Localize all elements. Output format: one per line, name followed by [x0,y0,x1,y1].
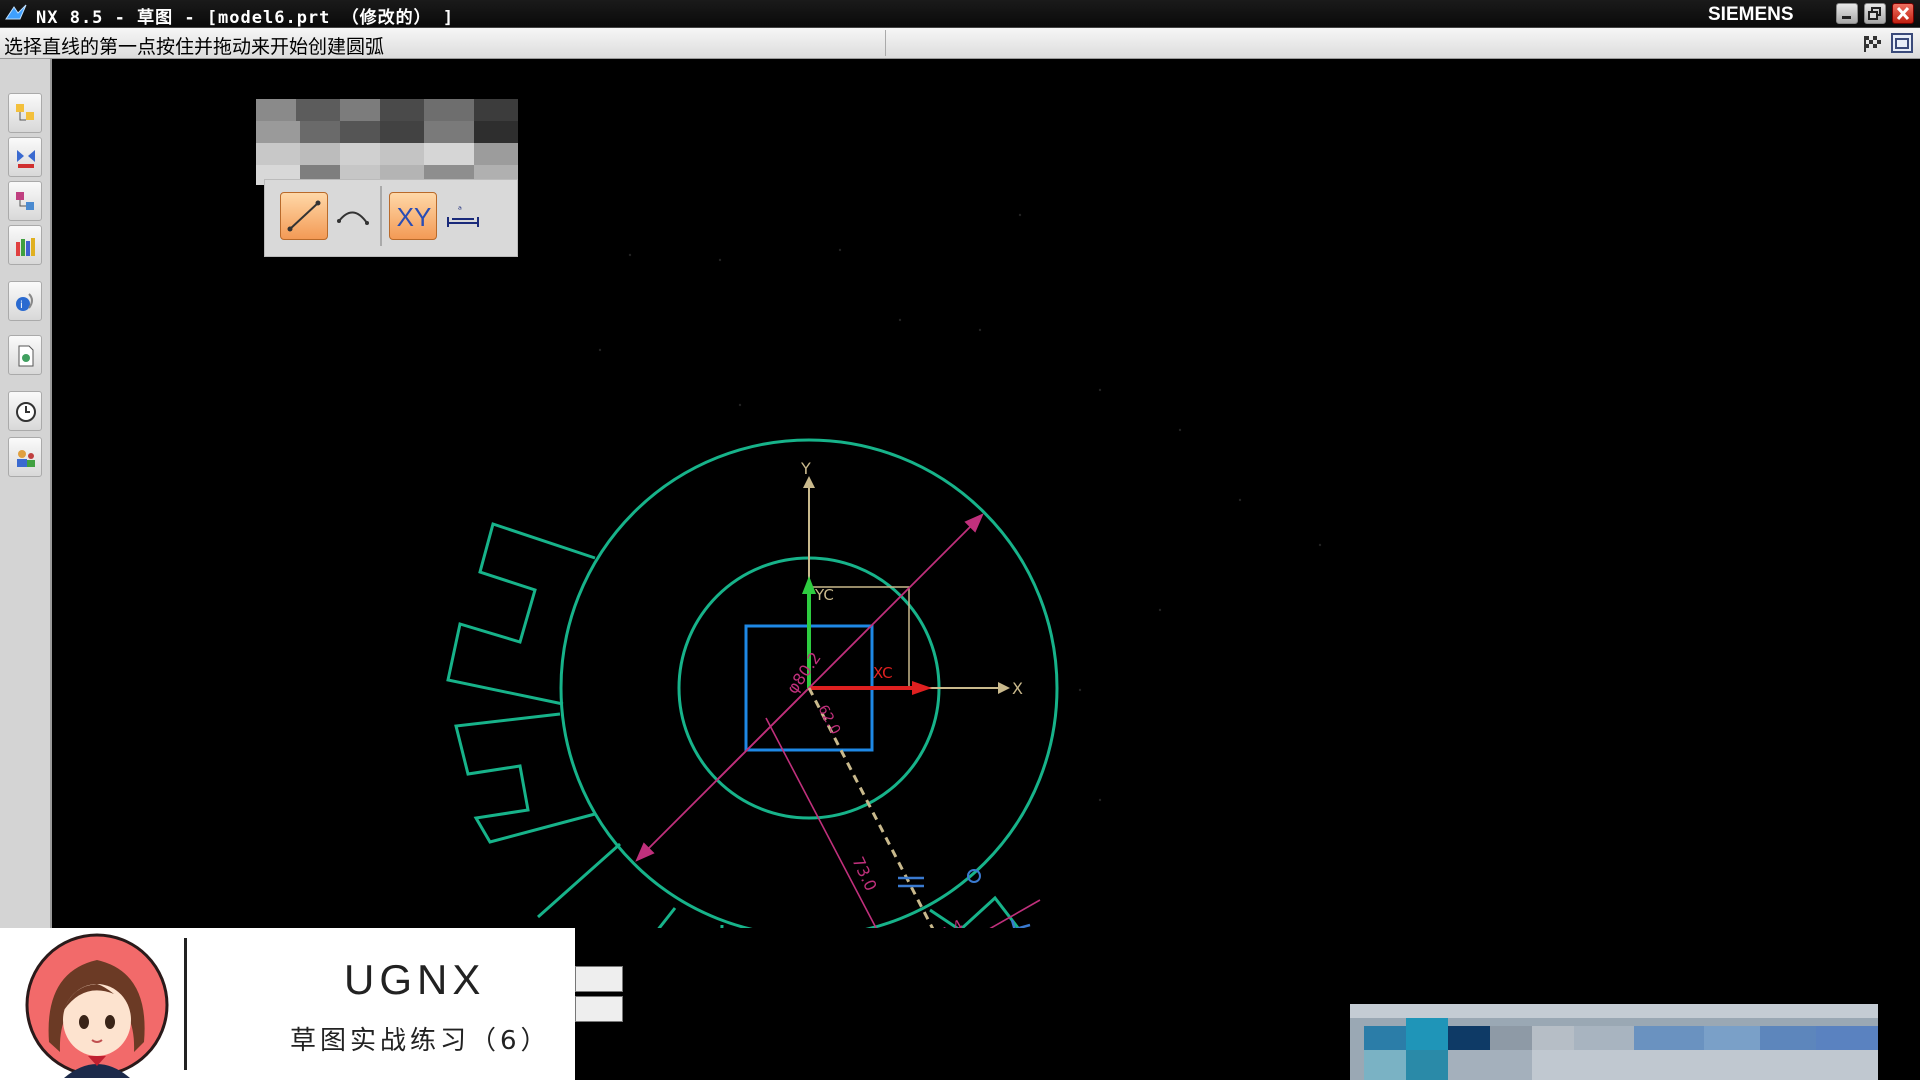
reuse-library-icon [16,238,35,256]
nx-logo-icon [5,4,27,20]
history-palette-button[interactable] [8,335,42,375]
assembly-navigator-icon [16,104,34,121]
dimension-62-value: 62.0 [814,702,843,737]
dialog-field-1[interactable] [575,966,623,992]
cue-divider [885,30,886,56]
part-navigator-icon [16,192,34,210]
minimize-icon [1842,16,1851,19]
history-palette-icon [18,345,34,367]
resource-bar: i [0,59,52,929]
avatar-illustration-icon [25,933,169,1078]
title-bar: NX 8.5 - 草图 - [model6.prt （修改的） ] SIEMEN… [0,0,1920,28]
datum-x-arrow [998,682,1010,694]
clock-history-icon [16,402,36,422]
yc-label: YC [814,586,834,604]
cue-line-text: 选择直线的第一点按住并拖动来开始创建圆弧 [4,36,385,58]
graphics-window[interactable]: Y X YC XC φ80.2 62.0 73.0 5.4 [52,59,1920,928]
full-screen-icon[interactable] [1890,32,1914,54]
window-title: NX 8.5 - 草图 - [model6.prt （修改的） ] [36,8,455,28]
length-dimension-73-value: 73.0 [848,854,880,894]
xc-arrow [912,681,932,695]
assembly-navigator-button[interactable] [8,93,42,133]
background-noise [598,213,1322,802]
restore-icon [1868,7,1881,20]
yc-arrow [802,576,816,594]
card-subtitle: 草图实战练习（6） [290,1026,551,1056]
reuse-library-button[interactable] [8,225,42,265]
blurred-panel [1350,1004,1878,1080]
card-title: UGNX [344,956,486,1003]
teeth-profile[interactable] [446,522,1035,928]
clock-history-button[interactable] [8,391,42,431]
svg-text:i: i [20,300,23,311]
part-navigator-button[interactable] [8,181,42,221]
web-browser-button[interactable]: i [8,281,42,321]
checkered-flag-icon[interactable] [1862,32,1884,54]
parallel-constraint-icon[interactable] [898,876,924,888]
minimize-button[interactable] [1836,3,1858,24]
brand-label: SIEMENS [1708,4,1794,25]
card-divider [184,938,187,1070]
roles-icon [17,450,35,467]
xc-label: XC [873,664,893,682]
web-browser-icon: i [16,293,33,311]
datum-x-label: X [1012,679,1023,698]
cue-line: 选择直线的第一点按住并拖动来开始创建圆弧 [0,28,1920,59]
constraint-navigator-button[interactable] [8,137,42,177]
close-icon [1896,6,1910,21]
branding-card: UGNX 草图实战练习（6） [0,928,575,1080]
datum-y-label: Y [800,459,811,478]
close-button[interactable] [1892,3,1914,24]
constraint-navigator-icon [17,150,35,168]
dialog-field-2[interactable] [575,996,623,1022]
roles-button[interactable] [8,437,42,477]
restore-button[interactable] [1864,3,1886,24]
